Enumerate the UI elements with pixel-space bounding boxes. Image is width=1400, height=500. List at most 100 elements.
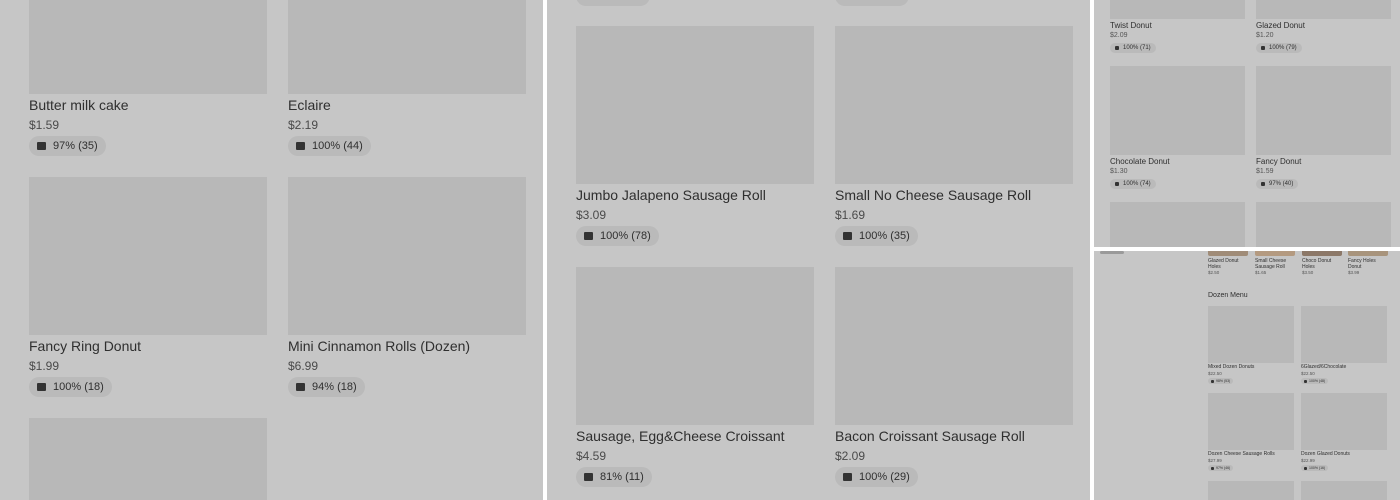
item-name[interactable]: Mini Cinnamon Rolls (Dozen) <box>288 338 470 354</box>
item-price: $3.50 <box>1302 270 1314 275</box>
item-name[interactable]: Butter milk cake <box>29 97 129 113</box>
item-image[interactable] <box>1110 66 1245 155</box>
item-image[interactable] <box>1255 251 1295 256</box>
item-image[interactable] <box>29 0 267 94</box>
rating-badge: 100% (48) <box>1301 378 1329 384</box>
thumbs-up-icon <box>296 142 305 150</box>
item-name[interactable]: Sausage, Egg&Cheese Croissant <box>576 428 785 444</box>
menu-panel-3: Twist Donut $2.09 100% (71) Glazed Donut… <box>1094 0 1400 247</box>
item-name[interactable]: Mixed Dozen Donuts <box>1208 364 1254 370</box>
item-image[interactable] <box>835 267 1073 425</box>
item-price: $2.09 <box>835 449 866 463</box>
sidebar-item[interactable] <box>1100 251 1124 254</box>
item-price: $1.59 <box>29 118 60 132</box>
thumbs-up-icon <box>584 473 593 481</box>
thumbs-up-icon <box>1115 182 1119 186</box>
item-price: $3.99 <box>1348 270 1360 275</box>
rating-text: 100% (71) <box>1123 45 1151 51</box>
thumbs-up-icon <box>37 383 46 391</box>
thumbs-up-icon <box>1261 182 1265 186</box>
item-image[interactable] <box>29 418 267 500</box>
item-image[interactable] <box>1208 251 1248 256</box>
rating-badge-partial <box>576 0 650 6</box>
item-price: $3.09 <box>576 208 607 222</box>
item-name[interactable]: Choco Donut Holes <box>1302 258 1344 270</box>
rating-badge: 100% (18) <box>29 377 112 397</box>
thumbs-up-icon <box>1304 379 1307 383</box>
item-image[interactable] <box>1256 66 1391 155</box>
item-name[interactable]: Eclaire <box>288 97 331 113</box>
rating-badge: 98% (53) <box>1208 378 1234 384</box>
item-price: $1.20 <box>1256 32 1274 39</box>
rating-text: 100% (48) <box>1309 379 1326 383</box>
rating-badge: 100% (79) <box>1256 43 1302 53</box>
rating-text: 97% (35) <box>53 140 98 152</box>
item-image[interactable] <box>1301 393 1387 450</box>
item-image[interactable] <box>288 0 526 94</box>
item-name[interactable]: 6Glazed/6Chocolate <box>1301 364 1346 370</box>
item-price: $1.99 <box>29 359 60 373</box>
rating-text: 100% (16) <box>1309 466 1326 470</box>
item-image[interactable] <box>1301 481 1387 500</box>
item-image[interactable] <box>1110 0 1245 19</box>
thumbs-up-icon <box>843 473 852 481</box>
section-title: Dozen Menu <box>1208 292 1248 299</box>
rating-badge: 100% (74) <box>1110 179 1156 189</box>
item-price: $22.50 <box>1301 371 1315 376</box>
item-price: $1.65 <box>1255 270 1267 275</box>
item-name[interactable]: Fancy Ring Donut <box>29 338 141 354</box>
thumbs-up-icon <box>843 232 852 240</box>
item-image[interactable] <box>576 26 814 184</box>
item-price: $2.50 <box>1208 270 1220 275</box>
rating-text: 94% (18) <box>312 381 357 393</box>
item-image[interactable] <box>1302 251 1342 256</box>
item-image[interactable] <box>1301 306 1387 363</box>
item-image[interactable] <box>1208 481 1294 500</box>
item-image[interactable] <box>1208 306 1294 363</box>
thumbs-up-icon <box>37 142 46 150</box>
item-image[interactable] <box>835 26 1073 184</box>
rating-badge: 100% (44) <box>288 136 371 156</box>
thumbs-up-icon <box>1211 466 1214 470</box>
thumbs-up-icon <box>1261 46 1265 50</box>
item-name[interactable]: Small No Cheese Sausage Roll <box>835 187 1031 203</box>
thumbs-up-icon <box>1304 466 1307 470</box>
rating-text: 97% (40) <box>1269 181 1294 187</box>
item-name[interactable]: Jumbo Jalapeno Sausage Roll <box>576 187 766 203</box>
item-price: $1.69 <box>835 208 866 222</box>
rating-badge: 97% (40) <box>1256 179 1299 189</box>
item-price: $27.99 <box>1208 458 1222 463</box>
rating-text: 100% (74) <box>1123 181 1151 187</box>
item-name[interactable]: Dozen Cheese Sausage Rolls <box>1208 451 1275 457</box>
item-image[interactable] <box>29 177 267 335</box>
item-name[interactable]: Small Cheese Sausage Roll <box>1255 258 1297 270</box>
item-name[interactable]: Bacon Croissant Sausage Roll <box>835 428 1025 444</box>
rating-badge-partial <box>835 0 909 6</box>
rating-badge: 97% (46) <box>1208 465 1234 471</box>
item-name[interactable]: Dozen Glazed Donuts <box>1301 451 1350 457</box>
item-image[interactable] <box>1256 202 1391 247</box>
item-price: $22.50 <box>1208 371 1222 376</box>
thumbs-up-icon <box>1211 379 1214 383</box>
rating-text: 100% (29) <box>859 471 910 483</box>
item-image[interactable] <box>1256 0 1391 19</box>
rating-badge: 100% (16) <box>1301 465 1329 471</box>
item-image[interactable] <box>576 267 814 425</box>
item-image[interactable] <box>288 177 526 335</box>
item-name[interactable]: Glazed Donut Holes <box>1208 258 1250 270</box>
item-image[interactable] <box>1110 202 1245 247</box>
item-image[interactable] <box>1208 393 1294 450</box>
item-name[interactable]: Glazed Donut <box>1256 21 1305 30</box>
item-name[interactable]: Fancy Donut <box>1256 157 1301 166</box>
menu-panel-2: Jumbo Jalapeno Sausage Roll $3.09 100% (… <box>547 0 1090 500</box>
thumbs-up-icon <box>1115 46 1119 50</box>
thumbs-up-icon <box>584 232 593 240</box>
menu-panel-4: Glazed Donut Holes $2.50 Small Cheese Sa… <box>1094 251 1400 500</box>
item-image[interactable] <box>1348 251 1388 256</box>
rating-text: 100% (79) <box>1269 45 1297 51</box>
menu-panel-1: Butter milk cake $1.59 97% (35) Eclaire … <box>0 0 543 500</box>
rating-badge: 97% (35) <box>29 136 106 156</box>
item-name[interactable]: Fancy Holes Donut <box>1348 258 1390 270</box>
item-name[interactable]: Twist Donut <box>1110 21 1152 30</box>
item-name[interactable]: Chocolate Donut <box>1110 157 1170 166</box>
